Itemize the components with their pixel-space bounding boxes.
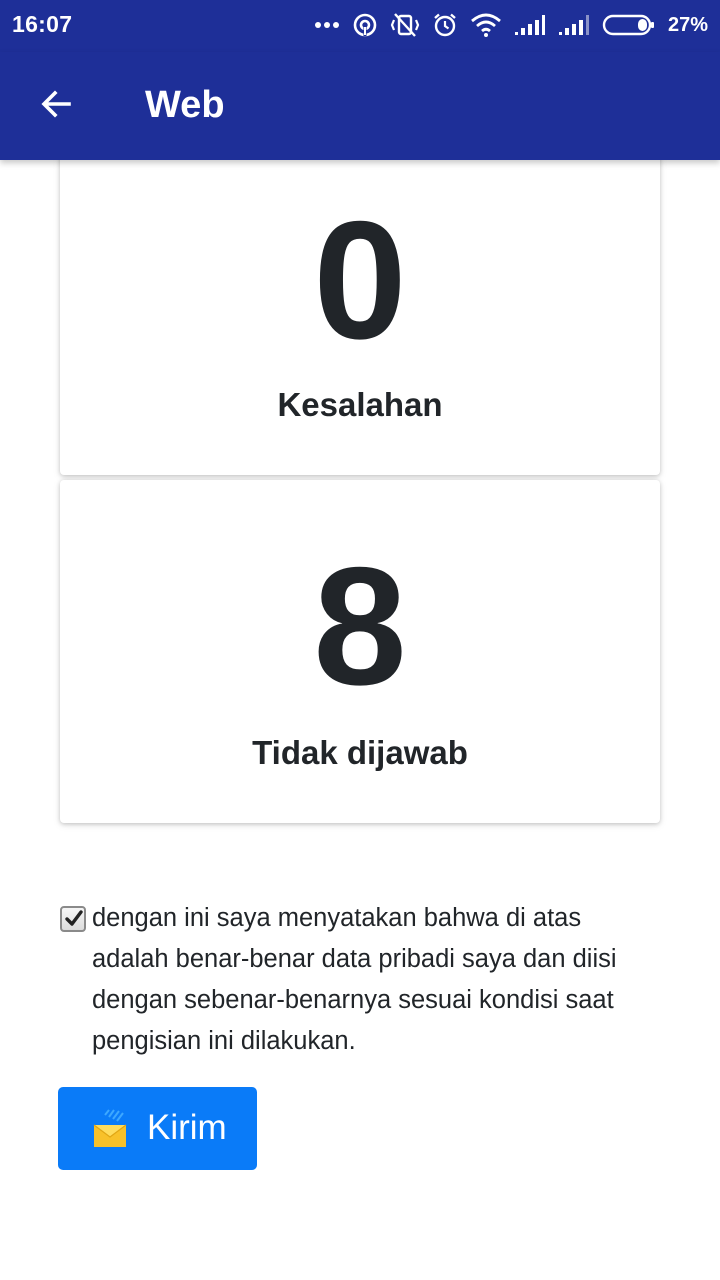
wifi-icon [470, 13, 502, 37]
send-button-label: Kirim [147, 1108, 227, 1147]
back-button[interactable] [28, 78, 84, 134]
status-time: 16:07 [12, 11, 73, 37]
status-bar: 16:07 27% [0, 0, 720, 52]
mistakes-label: Kesalahan [277, 386, 443, 423]
send-button[interactable]: Kirim [58, 1087, 257, 1170]
status-icons: 27% [314, 8, 708, 42]
agreement-checkbox[interactable] [60, 906, 86, 932]
battery-percentage: 27% [667, 13, 708, 36]
alarm-icon [432, 12, 458, 38]
signal-icon [514, 14, 546, 36]
page-title: Web [145, 84, 225, 126]
signal-icon [558, 14, 590, 36]
vibrate-icon [390, 12, 420, 38]
unanswered-label: Tidak dijawab [252, 734, 468, 771]
mistakes-card: 0 Kesalahan [60, 150, 660, 475]
battery-icon [602, 13, 656, 37]
app-bar: Web [0, 52, 720, 160]
checkmark-icon [65, 910, 83, 926]
unanswered-card: 8 Tidak dijawab [60, 480, 660, 823]
agreement-text: dengan ini saya menyatakan bahwa di atas… [92, 904, 617, 1055]
hotspot-icon [352, 12, 378, 38]
more-dots-icon [314, 21, 340, 29]
arrow-left-icon [38, 86, 74, 127]
mistakes-count: 0 [313, 186, 407, 374]
mail-send-icon [92, 1109, 128, 1154]
unanswered-count: 8 [313, 532, 407, 720]
